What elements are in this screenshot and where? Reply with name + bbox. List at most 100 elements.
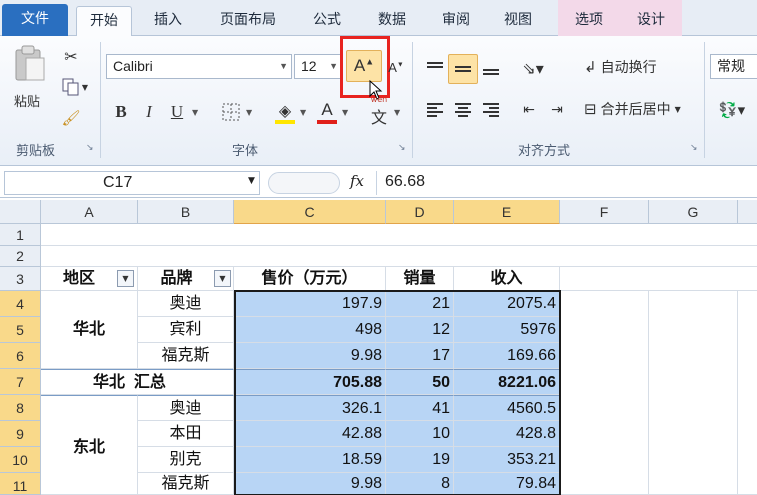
header-revenue[interactable]: 收入 [454, 267, 560, 291]
formula-input[interactable]: 66.68 [376, 171, 756, 195]
name-box[interactable]: C17 [4, 171, 260, 195]
chevron-down-icon[interactable]: ▼ [342, 108, 348, 117]
column-header-c[interactable]: C [234, 200, 386, 224]
format-painter-icon[interactable]: 🖌 [60, 108, 82, 128]
revenue-cell[interactable]: 4560.5 [454, 395, 560, 421]
font-launcher-icon[interactable]: ↘ [398, 143, 406, 153]
orientation-button[interactable]: ⇘▾ [518, 56, 548, 80]
subtotal-label[interactable]: 华北 汇总 [41, 369, 234, 395]
subtotal-qty-cell[interactable]: 50 [386, 369, 454, 395]
cut-icon[interactable]: ✂ [60, 46, 82, 66]
price-cell[interactable]: 498 [234, 317, 386, 343]
font-size-select[interactable]: 12 ▼ [294, 54, 342, 79]
tab-options[interactable]: 选项 [558, 0, 620, 36]
qty-cell[interactable]: 19 [386, 447, 454, 473]
tab-home[interactable]: 开始 [76, 6, 132, 37]
row-header-11[interactable]: 11 [0, 473, 41, 495]
decrease-indent-button[interactable]: ⇤ [518, 98, 540, 122]
chevron-down-icon[interactable]: ▼ [300, 108, 306, 117]
brand-cell[interactable]: 福克斯 [138, 343, 234, 369]
accounting-format-button[interactable]: 💱▾ [714, 98, 750, 122]
row-header-9[interactable]: 9 [0, 421, 41, 447]
empty-row[interactable] [41, 224, 757, 246]
qty-cell[interactable]: 41 [386, 395, 454, 421]
empty-cell[interactable] [560, 291, 649, 495]
region-cell[interactable]: 华北 [41, 291, 138, 369]
formula-bar-handle[interactable] [268, 172, 340, 194]
tab-design[interactable]: 设计 [620, 0, 682, 36]
tab-data[interactable]: 数据 [362, 6, 422, 36]
empty-cell[interactable] [649, 291, 738, 495]
filter-dropdown-icon[interactable]: ▼ [117, 270, 134, 287]
column-header-a[interactable]: A [41, 200, 138, 224]
revenue-cell[interactable]: 428.8 [454, 421, 560, 447]
brand-cell[interactable]: 奥迪 [138, 395, 234, 421]
column-header-g[interactable]: G [649, 200, 738, 224]
paste-button[interactable] [10, 42, 50, 86]
column-header-b[interactable]: B [138, 200, 234, 224]
chevron-down-icon[interactable]: ▼ [192, 108, 198, 117]
shrink-font-button[interactable]: A▼ [388, 54, 404, 80]
row-header-10[interactable]: 10 [0, 447, 41, 473]
revenue-cell[interactable]: 169.66 [454, 343, 560, 369]
align-middle-button[interactable] [448, 54, 478, 84]
column-header-e[interactable]: E [454, 200, 560, 224]
fill-color-button[interactable]: ◈ [272, 98, 298, 126]
column-header-d[interactable]: D [386, 200, 454, 224]
underline-button[interactable]: U [166, 100, 188, 124]
qty-cell[interactable]: 10 [386, 421, 454, 447]
brand-cell[interactable]: 奥迪 [138, 291, 234, 317]
price-cell[interactable]: 42.88 [234, 421, 386, 447]
price-cell[interactable]: 197.9 [234, 291, 386, 317]
row-header-5[interactable]: 5 [0, 317, 41, 343]
price-cell[interactable]: 326.1 [234, 395, 386, 421]
chevron-down-icon[interactable]: ▼ [394, 108, 400, 117]
tab-insert[interactable]: 插入 [138, 6, 198, 36]
revenue-cell[interactable]: 5976 [454, 317, 560, 343]
italic-button[interactable]: I [138, 100, 160, 124]
align-top-button[interactable] [424, 58, 446, 80]
row-header-3[interactable]: 3 [0, 267, 41, 291]
header-price[interactable]: 售价（万元） [234, 267, 386, 291]
row-header-1[interactable]: 1 [0, 224, 41, 246]
price-cell[interactable]: 9.98 [234, 343, 386, 369]
column-header-f[interactable]: F [560, 200, 649, 224]
chevron-down-icon[interactable]: ▼ [246, 108, 252, 117]
qty-cell[interactable]: 12 [386, 317, 454, 343]
price-cell[interactable]: 18.59 [234, 447, 386, 473]
brand-cell[interactable]: 本田 [138, 421, 234, 447]
empty-cell[interactable] [738, 291, 757, 495]
tab-file[interactable]: 文件 [2, 4, 68, 36]
tab-review[interactable]: 审阅 [428, 6, 484, 36]
align-left-button[interactable] [424, 98, 446, 122]
borders-button[interactable] [218, 100, 244, 124]
brand-cell[interactable]: 宾利 [138, 317, 234, 343]
empty-cell[interactable] [560, 267, 757, 291]
font-name-select[interactable]: Calibri ▼ [106, 54, 292, 79]
row-header-4[interactable]: 4 [0, 291, 41, 317]
tab-view[interactable]: 视图 [490, 6, 546, 36]
qty-cell[interactable]: 21 [386, 291, 454, 317]
increase-indent-button[interactable]: ⇥ [546, 98, 568, 122]
phonetic-guide-button[interactable]: wén 文 [366, 95, 392, 127]
insert-function-icon[interactable]: fx [350, 172, 364, 190]
revenue-cell[interactable]: 2075.4 [454, 291, 560, 317]
chevron-down-icon[interactable]: ▼ [248, 176, 255, 186]
tab-page-layout[interactable]: 页面布局 [206, 6, 290, 36]
clipboard-launcher-icon[interactable]: ↘ [86, 143, 94, 153]
region-cell[interactable]: 东北 [41, 395, 138, 495]
row-header-6[interactable]: 6 [0, 343, 41, 369]
brand-cell[interactable]: 别克 [138, 447, 234, 473]
brand-cell[interactable]: 福克斯 [138, 473, 234, 495]
row-header-2[interactable]: 2 [0, 246, 41, 267]
bold-button[interactable]: B [110, 100, 132, 124]
qty-cell[interactable]: 17 [386, 343, 454, 369]
alignment-launcher-icon[interactable]: ↘ [690, 143, 698, 153]
align-center-button[interactable] [452, 98, 474, 122]
copy-button[interactable]: ▼ [58, 76, 92, 98]
column-header-h[interactable] [738, 200, 757, 224]
row-header-7[interactable]: 7 [0, 369, 41, 395]
subtotal-price-cell[interactable]: 705.88 [234, 369, 386, 395]
revenue-cell[interactable]: 353.21 [454, 447, 560, 473]
align-bottom-button[interactable] [480, 58, 502, 80]
